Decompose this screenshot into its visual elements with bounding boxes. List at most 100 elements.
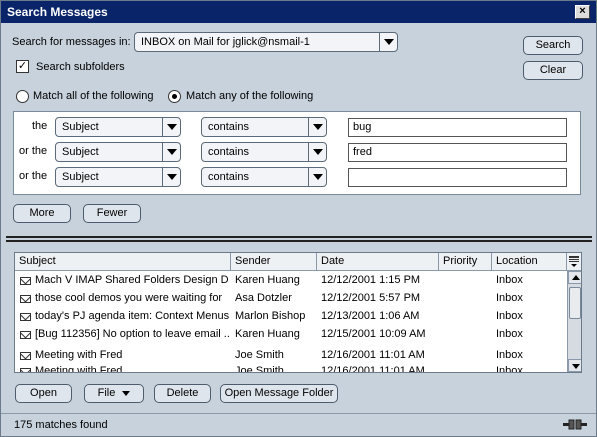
fewer-button[interactable]: Fewer (83, 204, 141, 223)
scroll-down-arrow-icon[interactable] (568, 359, 581, 372)
results-scrollbar[interactable] (567, 271, 581, 372)
scroll-up-arrow-icon[interactable] (568, 271, 581, 284)
search-subfolders-checkbox[interactable]: ✓ (16, 60, 29, 73)
search-folder-label: Search for messages in: (12, 36, 131, 48)
window-title: Search Messages (7, 5, 108, 19)
rule-field-value: Subject (62, 171, 99, 183)
clear-button[interactable]: Clear (523, 61, 583, 80)
column-header-priority[interactable]: Priority (439, 253, 492, 271)
row-location: Inbox (496, 274, 523, 286)
table-row[interactable]: today's PJ agenda item: Context Menus Ma… (15, 307, 566, 325)
match-all-radio[interactable] (16, 90, 29, 103)
row-subject: those cool demos you were waiting for (35, 292, 223, 304)
scroll-thumb[interactable] (569, 287, 581, 319)
row-date: 12/16/2001 11:01 AM (321, 365, 425, 373)
row-location: Inbox (496, 365, 523, 373)
envelope-icon (20, 277, 31, 285)
row-sender: Joe Smith (235, 365, 284, 373)
row-subject: Mach V IMAP Shared Folders Design D... (35, 274, 229, 286)
column-picker-icon[interactable] (567, 253, 581, 271)
row-date: 12/12/2001 5:57 PM (321, 292, 421, 304)
open-button[interactable]: Open (15, 384, 72, 403)
rule-operator-select[interactable]: contains (201, 117, 327, 137)
file-button[interactable]: File (84, 384, 144, 403)
chevron-down-icon (308, 168, 326, 186)
folder-select[interactable]: INBOX on Mail for jglick@nsmail-1 (134, 32, 398, 52)
column-header-sender[interactable]: Sender (231, 253, 317, 271)
row-sender: Asa Dotzler (235, 292, 292, 304)
online-status-icon[interactable] (563, 418, 587, 431)
table-row[interactable]: Mach V IMAP Shared Folders Design D... K… (15, 271, 566, 289)
row-location: Inbox (496, 292, 523, 304)
splitter-line (6, 240, 592, 242)
rule-field-select[interactable]: Subject (55, 167, 181, 187)
chevron-down-icon (162, 118, 180, 136)
search-subfolders-label: Search subfolders (36, 61, 125, 73)
row-location: Inbox (496, 328, 523, 340)
row-date: 12/16/2001 11:01 AM (321, 349, 425, 361)
checkmark-icon: ✓ (17, 60, 28, 72)
title-bar[interactable]: Search Messages × (1, 1, 596, 23)
row-subject: Meeting with Fred (35, 349, 123, 361)
rule-prefix: or the (19, 170, 48, 182)
rule-field-select[interactable]: Subject (55, 142, 181, 162)
folder-select-value: INBOX on Mail for jglick@nsmail-1 (141, 36, 310, 48)
row-sender: Karen Huang (235, 328, 300, 340)
row-sender: Joe Smith (235, 349, 284, 361)
row-location: Inbox (496, 310, 523, 322)
match-any-label: Match any of the following (186, 90, 314, 102)
row-date: 12/12/2001 1:15 PM (321, 274, 421, 286)
row-subject: [Bug 112356] No option to leave email ..… (35, 328, 229, 340)
row-sender: Karen Huang (235, 274, 300, 286)
table-row[interactable]: [Bug 112356] No option to leave email ..… (15, 325, 566, 343)
row-date: 12/13/2001 1:06 AM (321, 310, 420, 322)
row-subject: Meeting with Fred (35, 365, 123, 373)
rule-operator-value: contains (208, 171, 249, 183)
row-location: Inbox (496, 349, 523, 361)
row-sender: Marlon Bishop (235, 310, 306, 322)
envelope-icon (20, 313, 31, 321)
match-any-radio[interactable] (168, 90, 181, 103)
close-button[interactable]: × (575, 5, 590, 19)
column-header-location[interactable]: Location (492, 253, 567, 271)
rule-operator-select[interactable]: contains (201, 142, 327, 162)
match-all-label: Match all of the following (33, 90, 154, 102)
column-header-date[interactable]: Date (317, 253, 439, 271)
chevron-down-icon (162, 168, 180, 186)
rule-operator-value: contains (208, 146, 249, 158)
file-button-label: File (97, 387, 116, 399)
envelope-icon (20, 331, 31, 339)
status-bar: 175 matches found (1, 413, 596, 436)
chevron-down-icon (308, 118, 326, 136)
rule-operator-select[interactable]: contains (201, 167, 327, 187)
status-text: 175 matches found (14, 419, 108, 431)
chevron-down-icon (162, 143, 180, 161)
rule-value-input[interactable]: bug (348, 118, 567, 137)
search-rules-box: the Subject contains bug or the Subject … (13, 111, 581, 195)
rule-value-input[interactable]: fred (348, 143, 567, 162)
rule-value-input[interactable] (348, 168, 567, 187)
rule-field-select[interactable]: Subject (55, 117, 181, 137)
row-subject: today's PJ agenda item: Context Menus (35, 310, 229, 322)
search-button[interactable]: Search (523, 36, 583, 55)
results-list: Subject Sender Date Priority Location Ma… (14, 252, 582, 373)
envelope-icon (20, 295, 31, 303)
rule-operator-value: contains (208, 121, 249, 133)
more-button[interactable]: More (13, 204, 71, 223)
chevron-down-icon (379, 33, 397, 51)
column-header-subject[interactable]: Subject (15, 253, 231, 271)
table-row[interactable]: Meeting with Fred Joe Smith 12/16/2001 1… (15, 362, 566, 373)
open-message-folder-button[interactable]: Open Message Folder (220, 384, 338, 403)
dropdown-arrow-icon (122, 390, 131, 396)
rule-field-value: Subject (62, 146, 99, 158)
table-row[interactable]: those cool demos you were waiting for As… (15, 289, 566, 307)
envelope-icon (20, 368, 31, 372)
rule-prefix: the (32, 120, 48, 132)
envelope-icon (20, 352, 31, 360)
rule-field-value: Subject (62, 121, 99, 133)
chevron-down-icon (308, 143, 326, 161)
delete-button[interactable]: Delete (154, 384, 211, 403)
splitter[interactable] (6, 236, 592, 238)
row-date: 12/15/2001 10:09 AM (321, 328, 426, 340)
search-messages-window: Search Messages × Search for messages in… (0, 0, 597, 437)
